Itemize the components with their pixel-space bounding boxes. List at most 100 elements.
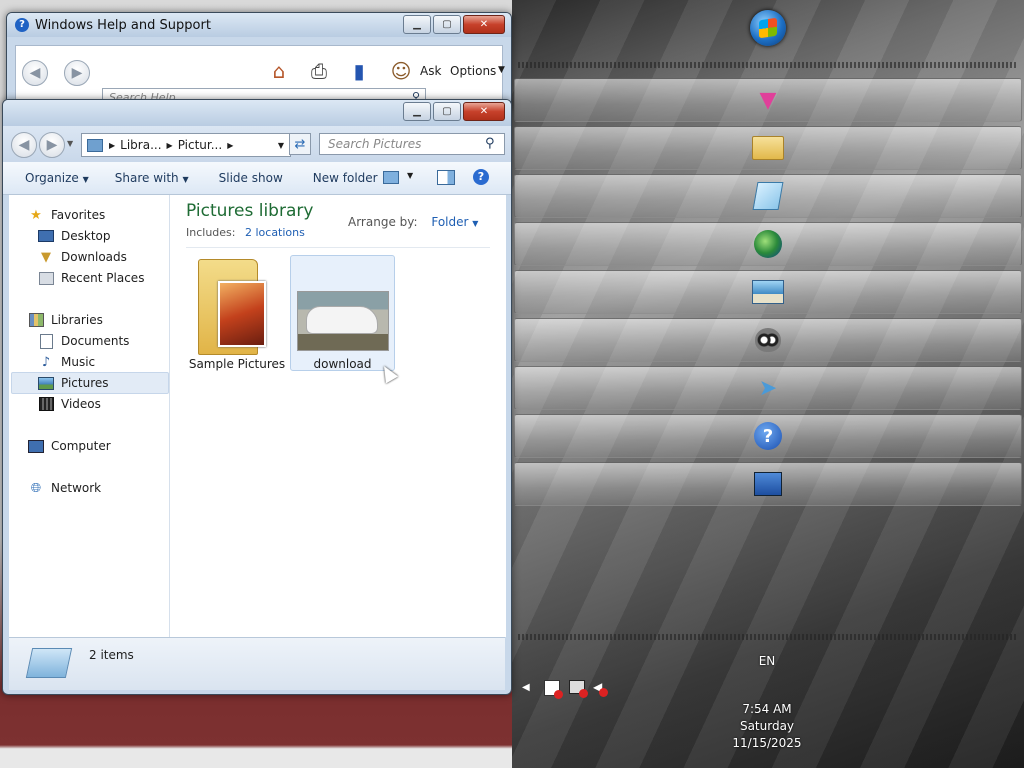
arrange-by: Arrange by: Folder ▼: [348, 215, 478, 229]
dock-item-notepad[interactable]: [514, 174, 1022, 218]
change-view-icon[interactable]: [383, 171, 399, 184]
dock-item-help[interactable]: ?: [514, 414, 1022, 458]
dock-item-paper-plane[interactable]: ➤: [514, 366, 1022, 410]
dock-item-picture-viewer[interactable]: [514, 270, 1022, 314]
image-thumbnail: [297, 291, 389, 351]
nav-network[interactable]: 🌐︎ Network: [27, 480, 101, 496]
address-row: ◀ ▶ ▼ ▶ Libra... ▶ Pictur... ▶ ▼ ⇄ Searc…: [3, 126, 511, 162]
nav-label: Downloads: [61, 250, 127, 264]
forward-button[interactable]: ▶: [64, 60, 90, 86]
network-status-icon[interactable]: [569, 680, 588, 698]
preview-pane-icon[interactable]: [437, 170, 455, 185]
search-pictures-input[interactable]: Search Pictures: [319, 133, 505, 155]
arrange-by-label: Arrange by:: [348, 215, 418, 229]
nav-downloads[interactable]: ▼ Downloads: [37, 249, 127, 265]
network-icon: 🌐︎: [30, 480, 42, 496]
nav-computer[interactable]: Computer: [27, 438, 111, 454]
tray-expand-icon[interactable]: ◀: [522, 682, 530, 693]
chevron-down-icon: ▼: [82, 175, 89, 184]
dock-item-remote-desktop[interactable]: [514, 462, 1022, 506]
help-icon: ?: [752, 420, 784, 452]
windows-orb-icon: [759, 17, 777, 39]
breadcrumb-separator-icon: ▶: [109, 140, 116, 150]
new-folder-button[interactable]: New folder: [313, 171, 378, 185]
clock-time[interactable]: 7:54 AM: [724, 702, 810, 716]
header-divider: [186, 247, 490, 248]
explorer-caption-buttons: ▁ ▢ ✕: [401, 102, 505, 121]
nav-favorites[interactable]: ★ Favorites: [27, 207, 105, 223]
refresh-button[interactable]: ⇄: [289, 133, 311, 155]
ask-button[interactable]: Ask: [420, 64, 441, 78]
dock-item-browser[interactable]: [514, 222, 1022, 266]
nav-label: Documents: [61, 334, 130, 348]
breadcrumb-separator-icon: ▶: [227, 140, 234, 150]
back-button[interactable]: ◀: [11, 132, 37, 158]
minimize-button[interactable]: ▁: [403, 15, 431, 34]
breadcrumb-libraries[interactable]: Libra...: [120, 138, 161, 152]
arrange-by-dropdown[interactable]: Folder ▼: [431, 215, 478, 229]
close-button[interactable]: ✕: [463, 102, 505, 121]
browse-help-icon[interactable]: ▮: [346, 58, 372, 84]
music-icon: ♪: [41, 354, 51, 370]
action-center-icon[interactable]: [544, 680, 563, 699]
includes-locations-link[interactable]: 2 locations: [245, 226, 305, 239]
file-item-sample-pictures[interactable]: Sample Pictures: [188, 255, 288, 371]
details-pane: 2 items: [9, 637, 505, 690]
forward-button[interactable]: ▶: [39, 132, 65, 158]
nav-documents[interactable]: Documents: [37, 333, 129, 349]
nav-libraries[interactable]: Libraries: [27, 312, 103, 328]
libraries-icon: [27, 312, 45, 328]
start-button[interactable]: [750, 10, 786, 46]
organize-button[interactable]: Organize ▼: [25, 171, 89, 185]
documents-icon: [37, 333, 55, 349]
item-label: Sample Pictures: [188, 357, 286, 371]
paper-plane-icon: ➤: [758, 375, 778, 401]
address-dropdown-icon[interactable]: ▼: [278, 141, 284, 150]
share-with-button[interactable]: Share with ▼: [115, 171, 189, 185]
nav-pictures[interactable]: Pictures: [37, 375, 109, 391]
nav-label: Computer: [51, 439, 111, 453]
downloads-icon: ▼: [41, 249, 51, 265]
help-caption-buttons: ▁ ▢ ✕: [401, 15, 505, 34]
nav-desktop[interactable]: Desktop: [37, 228, 111, 244]
explorer-window: ▁ ▢ ✕ ◀ ▶ ▼ ▶ Libra... ▶ Pictur... ▶ ▼ ⇄…: [2, 99, 512, 695]
arrange-value: Folder: [431, 215, 469, 229]
language-indicator[interactable]: EN: [756, 654, 778, 668]
maximize-button[interactable]: ▢: [433, 15, 461, 34]
dock-item-raccoon[interactable]: [514, 318, 1022, 362]
command-bar: Organize ▼ Share with ▼ Slide show New f…: [3, 162, 511, 195]
history-chevron-icon[interactable]: ▼: [67, 139, 73, 148]
chevron-down-icon[interactable]: ▼: [407, 171, 413, 180]
maximize-button[interactable]: ▢: [433, 102, 461, 121]
clock-day[interactable]: Saturday: [724, 719, 810, 733]
item-count: 2 items: [89, 648, 134, 662]
back-button[interactable]: ◀: [22, 60, 48, 86]
nav-recent-places[interactable]: Recent Places: [37, 270, 144, 286]
home-icon[interactable]: ⌂: [266, 58, 292, 84]
dock-top-divider: [518, 62, 1018, 68]
dock-item-pink-cat[interactable]: ▼: [514, 78, 1022, 122]
breadcrumb-pictures[interactable]: Pictur...: [178, 138, 223, 152]
raccoon-icon: [752, 324, 784, 356]
library-includes: Includes: 2 locations: [186, 226, 305, 239]
address-bar[interactable]: ▶ Libra... ▶ Pictur... ▶ ▼: [81, 133, 291, 157]
clock-date[interactable]: 11/15/2025: [724, 736, 810, 750]
search-icon: ⚲: [485, 136, 495, 151]
help-icon[interactable]: ?: [473, 169, 489, 185]
folder-icon: [752, 132, 784, 164]
content-pane: Pictures library Includes: 2 locations A…: [170, 195, 506, 637]
nav-videos[interactable]: Videos: [37, 396, 101, 412]
options-button[interactable]: Options: [450, 64, 496, 78]
volume-muted-icon[interactable]: ◀: [593, 680, 609, 697]
ask-icon[interactable]: ☺: [388, 58, 414, 84]
close-button[interactable]: ✕: [463, 15, 505, 34]
nav-music[interactable]: ♪ Music: [37, 354, 95, 370]
help-window-title: Windows Help and Support: [35, 17, 211, 33]
minimize-button[interactable]: ▁: [403, 102, 431, 121]
car-shape: [306, 306, 378, 334]
print-icon[interactable]: ⎙: [306, 58, 332, 84]
slide-show-button[interactable]: Slide show: [219, 171, 283, 185]
dock-item-folder[interactable]: [514, 126, 1022, 170]
navigation-pane: ★ Favorites Desktop ▼ Downloads Recent Pla…: [9, 195, 170, 637]
file-item-download[interactable]: download: [290, 255, 395, 371]
